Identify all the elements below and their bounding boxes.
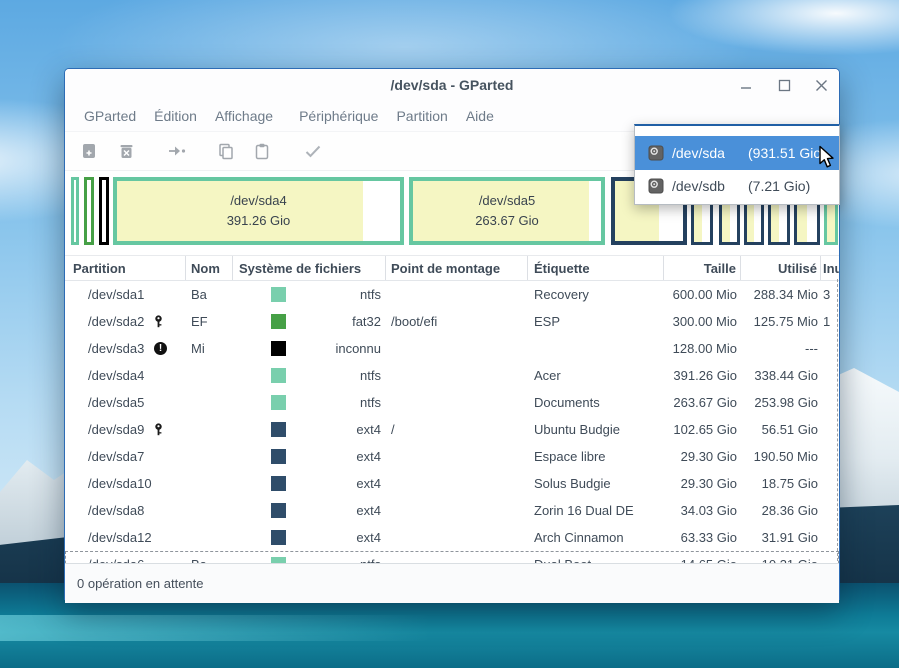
device-size: (931.51 Gio) [748, 145, 826, 161]
partition-block-sda1[interactable] [71, 177, 79, 245]
hard-drive-icon [648, 145, 664, 161]
table-row[interactable]: /dev/sda2 EF fat32 /boot/efi ESP 300.00 … [65, 308, 839, 335]
table-right-dashed-edge [837, 279, 838, 561]
fs-color-swatch [271, 314, 286, 329]
partition-block-sda3[interactable] [99, 177, 109, 245]
fs-color-swatch [271, 422, 286, 437]
device-size: (7.21 Gio) [748, 178, 810, 194]
delete-partition-icon [117, 142, 135, 160]
header-nom: Nom [186, 256, 233, 280]
fs-color-swatch [271, 449, 286, 464]
menu-affichage[interactable]: Affichage [206, 101, 282, 131]
window-title: /dev/sda - GParted [65, 69, 839, 101]
mouse-cursor [818, 145, 837, 175]
mounted-key-icon [154, 315, 163, 331]
fs-color-swatch [271, 557, 286, 563]
paste-icon [253, 142, 271, 160]
clipped-row-container: /dev/sda6 Ba ntfs Dual Boot 14.65 Gio 10… [65, 551, 839, 563]
device-dropdown-popup: /dev/sda (931.51 Gio) /dev/sdb (7.21 Gio… [634, 124, 840, 205]
fs-color-swatch [271, 395, 286, 410]
copy-button[interactable] [217, 142, 235, 160]
close-icon [815, 79, 828, 92]
menu-peripherique[interactable]: Périphérique [290, 101, 387, 131]
hard-drive-icon [648, 178, 664, 194]
wallpaper-sea-highlight [0, 615, 430, 641]
table-row[interactable]: /dev/sda1 Ba ntfs Recovery 600.00 Mio 28… [65, 281, 839, 308]
table-row[interactable]: /dev/sda10 ext4 Solus Budgie 29.30 Gio 1… [65, 470, 839, 497]
close-button[interactable] [813, 77, 830, 94]
partition-table: /dev/sda1 Ba ntfs Recovery 600.00 Mio 28… [65, 281, 839, 563]
table-header: Partition Nom Système de fichiers Point … [65, 255, 839, 281]
menu-partition[interactable]: Partition [387, 101, 456, 131]
warning-icon [154, 342, 167, 355]
fs-color-swatch [271, 503, 286, 518]
fs-color-swatch [271, 287, 286, 302]
fs-color-swatch [271, 476, 286, 491]
gparted-window: /dev/sda - GParted GParted Édition Affic… [64, 68, 840, 600]
header-partition: Partition [65, 256, 186, 280]
copy-icon [217, 142, 235, 160]
paste-button[interactable] [253, 142, 271, 160]
table-row[interactable]: /dev/sda7 ext4 Espace libre 29.30 Gio 19… [65, 443, 839, 470]
fs-color-swatch [271, 341, 286, 356]
device-option-sda[interactable]: /dev/sda (931.51 Gio) [635, 136, 839, 170]
header-used: Utilisé [741, 256, 821, 280]
table-row[interactable]: /dev/sda3 Mi inconnu 128.00 Mio --- [65, 335, 839, 362]
header-filesystem: Système de fichiers [233, 256, 386, 280]
header-label: Étiquette [528, 256, 664, 280]
status-bar: 0 opération en attente [65, 563, 839, 603]
new-partition-icon [80, 142, 98, 160]
menu-aide[interactable]: Aide [457, 101, 503, 131]
partition-block-sda4[interactable]: /dev/sda4 391.26 Gio [113, 177, 404, 245]
header-size: Taille [664, 256, 741, 280]
table-row[interactable]: /dev/sda8 ext4 Zorin 16 Dual DE 34.03 Gi… [65, 497, 839, 524]
partition-block-sda2[interactable] [84, 177, 94, 245]
new-partition-button[interactable] [80, 142, 98, 160]
table-row[interactable]: /dev/sda12 ext4 Arch Cinnamon 63.33 Gio … [65, 524, 839, 551]
partition-block-label: /dev/sda4 391.26 Gio [117, 181, 400, 241]
fs-color-swatch [271, 530, 286, 545]
desktop: /dev/sda - GParted GParted Édition Affic… [0, 0, 899, 668]
maximize-icon [778, 79, 791, 92]
header-mountpoint: Point de montage [386, 256, 528, 280]
table-row[interactable]: /dev/sda9 ext4 / Ubuntu Budgie 102.65 Gi… [65, 416, 839, 443]
delete-partition-button[interactable] [117, 142, 135, 160]
partition-block-label: /dev/sda5 263.67 Gio [413, 181, 601, 241]
table-row[interactable]: /dev/sda5 ntfs Documents 263.67 Gio 253.… [65, 389, 839, 416]
minimize-button[interactable] [738, 77, 755, 94]
partition-block-sda5[interactable]: /dev/sda5 263.67 Gio [409, 177, 605, 245]
fs-color-swatch [271, 368, 286, 383]
minimize-icon [740, 79, 753, 92]
apply-operations-button[interactable] [303, 142, 321, 160]
mounted-key-icon [154, 423, 163, 439]
table-row[interactable]: /dev/sda6 Ba ntfs Dual Boot 14.65 Gio 10… [65, 551, 839, 563]
titlebar[interactable]: /dev/sda - GParted [65, 69, 839, 101]
maximize-button[interactable] [776, 77, 793, 94]
device-option-sdb[interactable]: /dev/sdb (7.21 Gio) [635, 170, 839, 202]
table-row[interactable]: /dev/sda4 ntfs Acer 391.26 Gio 338.44 Gi… [65, 362, 839, 389]
menu-edition[interactable]: Édition [145, 101, 206, 131]
menu-gparted[interactable]: GParted [75, 101, 145, 131]
resize-move-icon [167, 142, 187, 160]
resize-move-button[interactable] [167, 142, 185, 160]
header-unused: Inutilisé [821, 256, 839, 280]
apply-check-icon [303, 142, 323, 160]
